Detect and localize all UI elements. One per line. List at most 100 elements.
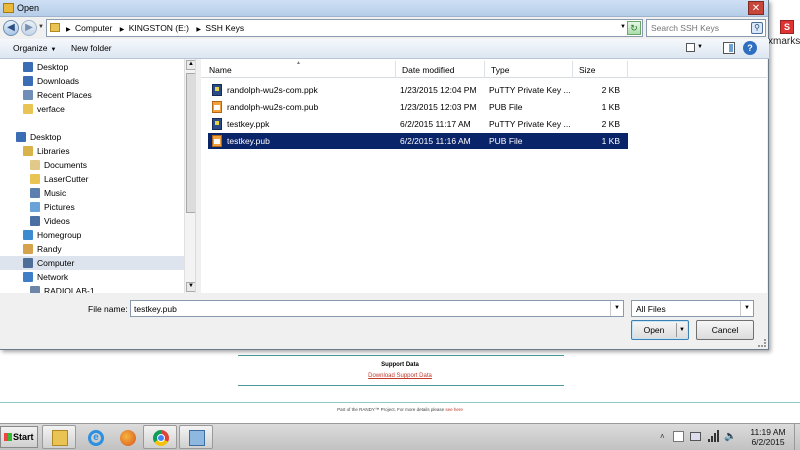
nav-item-label: Homegroup: [37, 230, 82, 240]
recent-locations-chevron-icon[interactable]: ▼: [38, 24, 44, 30]
chevron-down-icon[interactable]: ▼: [610, 301, 623, 316]
clock-date: 6/2/2015: [751, 437, 785, 447]
file-explorer-icon: [52, 430, 68, 446]
cancel-button[interactable]: Cancel: [696, 320, 754, 340]
divider: [0, 402, 800, 403]
file-date: 1/23/2015 12:03 PM: [400, 102, 477, 112]
taskbar: Start e ˄ 🔈 11:19 AM 6/2/2015: [0, 423, 800, 450]
taskbar-clock[interactable]: 11:19 AM 6/2/2015: [743, 427, 793, 447]
breadcrumb-drive[interactable]: KINGSTON (E:): [129, 23, 189, 33]
breadcrumb-folder[interactable]: SSH Keys: [205, 23, 244, 33]
file-type: PuTTY Private Key ...: [489, 85, 571, 95]
footer-link[interactable]: see here: [445, 407, 463, 412]
homegroup-icon: [23, 230, 33, 240]
breadcrumb-separator-icon[interactable]: ▶: [120, 27, 125, 33]
file-type: PUB File: [489, 102, 523, 112]
nav-item-documents[interactable]: Documents: [0, 158, 184, 172]
nav-item-lasercutter[interactable]: LaserCutter: [0, 172, 184, 186]
folder-icon: [23, 104, 33, 114]
file-name-input[interactable]: [131, 301, 601, 316]
page-footer: Part of the RANDY™ Project. For more det…: [0, 407, 800, 412]
new-folder-button[interactable]: New folder: [71, 43, 112, 53]
file-row[interactable]: randolph-wu2s-com.ppk 1/23/2015 12:04 PM P…: [208, 82, 628, 98]
divider: [238, 355, 564, 356]
back-button[interactable]: ◀: [3, 20, 19, 36]
close-button[interactable]: ✕: [748, 1, 764, 15]
column-headers: ▲ Name Date modified Type Size: [201, 60, 767, 78]
nav-item-label: Music: [44, 188, 67, 198]
refresh-button[interactable]: ↻: [627, 21, 641, 35]
dialog-titlebar[interactable]: Open ✕: [0, 0, 768, 17]
volume-icon[interactable]: 🔈: [724, 431, 736, 442]
bookmarks-label[interactable]: xmarks: [768, 36, 800, 47]
nav-item-pictures[interactable]: Pictures: [0, 200, 184, 214]
open-options-chevron-icon[interactable]: ▼: [679, 321, 685, 339]
nav-item-recent-places[interactable]: Recent Places: [0, 88, 184, 102]
pub-file-icon: [212, 135, 222, 147]
nav-item-randy[interactable]: Randy: [0, 242, 184, 256]
file-date: 6/2/2015 11:16 AM: [400, 136, 471, 146]
column-header-name[interactable]: ▲ Name: [201, 60, 396, 78]
nav-item-libraries[interactable]: Libraries: [0, 144, 184, 158]
taskbar-chrome[interactable]: [143, 425, 177, 449]
forward-button[interactable]: ▶: [21, 20, 37, 36]
column-header-date[interactable]: Date modified: [396, 61, 485, 78]
search-box[interactable]: ⚲: [646, 19, 766, 37]
nav-item-videos[interactable]: Videos: [0, 214, 184, 228]
taskbar-firefox[interactable]: [110, 425, 144, 449]
nav-item-desktop[interactable]: Desktop: [0, 60, 184, 74]
scroll-down-icon[interactable]: ▼: [186, 282, 195, 292]
column-header-name-label: Name: [209, 65, 232, 75]
network-signal-icon[interactable]: [708, 430, 719, 442]
action-center-flag-icon[interactable]: [673, 431, 684, 442]
file-row[interactable]: testkey.pub 6/2/2015 11:16 AM PUB File 1 KB: [208, 133, 628, 149]
nav-item-homegroup[interactable]: Homegroup: [0, 228, 184, 242]
file-type-select[interactable]: All Files ▼: [631, 300, 754, 317]
file-row[interactable]: testkey.ppk 6/2/2015 11:17 AM PuTTY Privat…: [208, 116, 628, 132]
videos-icon: [30, 216, 40, 226]
display-icon[interactable]: [690, 432, 701, 441]
file-name: testkey.pub: [227, 136, 270, 146]
breadcrumb-separator-icon[interactable]: ▶: [196, 27, 201, 33]
command-bar: Organize ▼ New folder ▼ ?: [0, 39, 769, 59]
start-button[interactable]: Start: [0, 426, 38, 448]
column-header-size[interactable]: Size: [573, 61, 628, 78]
taskbar-internet-explorer[interactable]: e: [78, 425, 112, 449]
chevron-down-icon[interactable]: ▼: [740, 301, 753, 316]
show-hidden-icons-chevron-icon[interactable]: ˄: [660, 432, 665, 441]
open-button[interactable]: Open ▼: [631, 320, 689, 340]
recent-places-icon: [23, 90, 33, 100]
scroll-up-icon[interactable]: ▲: [186, 60, 195, 70]
resize-grip[interactable]: [758, 339, 766, 347]
nav-item-radiolab-1[interactable]: RADIOLAB-1: [0, 284, 184, 293]
preview-pane-button[interactable]: [723, 42, 735, 54]
nav-item-music[interactable]: Music: [0, 186, 184, 200]
file-name-combo[interactable]: ▼: [130, 300, 624, 317]
nav-scrollbar[interactable]: ▲ ▼: [184, 59, 195, 293]
file-row[interactable]: randolph-wu2s-com.pub 1/23/2015 12:03 PM P…: [208, 99, 628, 115]
open-button-label: Open: [643, 325, 665, 335]
nav-item-desktop[interactable]: Desktop: [0, 130, 184, 144]
help-button[interactable]: ?: [743, 41, 757, 55]
clock-time: 11:19 AM: [750, 427, 786, 437]
column-header-type[interactable]: Type: [485, 61, 573, 78]
change-view-button[interactable]: ▼: [684, 42, 704, 55]
support-data-heading: Support Data: [381, 362, 419, 368]
show-desktop-button[interactable]: [794, 424, 800, 450]
address-bar[interactable]: ▶ Computer ▶ KINGSTON (E:) ▶ SSH Keys ▼ …: [46, 19, 643, 37]
nav-item-computer[interactable]: Computer: [0, 256, 184, 270]
nav-item-downloads[interactable]: Downloads: [0, 74, 184, 88]
breadcrumb-computer[interactable]: Computer: [75, 23, 112, 33]
nav-item-verface[interactable]: verface: [0, 102, 184, 116]
taskbar-remote-desktop[interactable]: [179, 425, 213, 449]
organize-button[interactable]: Organize ▼: [13, 43, 56, 53]
search-input[interactable]: [647, 20, 747, 36]
breadcrumb-separator-icon[interactable]: ▶: [66, 27, 71, 33]
scroll-thumb[interactable]: [186, 73, 195, 213]
search-icon[interactable]: ⚲: [751, 22, 763, 34]
address-dropdown-icon[interactable]: ▼: [620, 24, 626, 30]
extension-icon[interactable]: S: [780, 20, 794, 34]
download-support-data-link[interactable]: Download Support Data: [0, 373, 800, 379]
taskbar-file-explorer[interactable]: [42, 425, 76, 449]
nav-item-network[interactable]: Network: [0, 270, 184, 284]
